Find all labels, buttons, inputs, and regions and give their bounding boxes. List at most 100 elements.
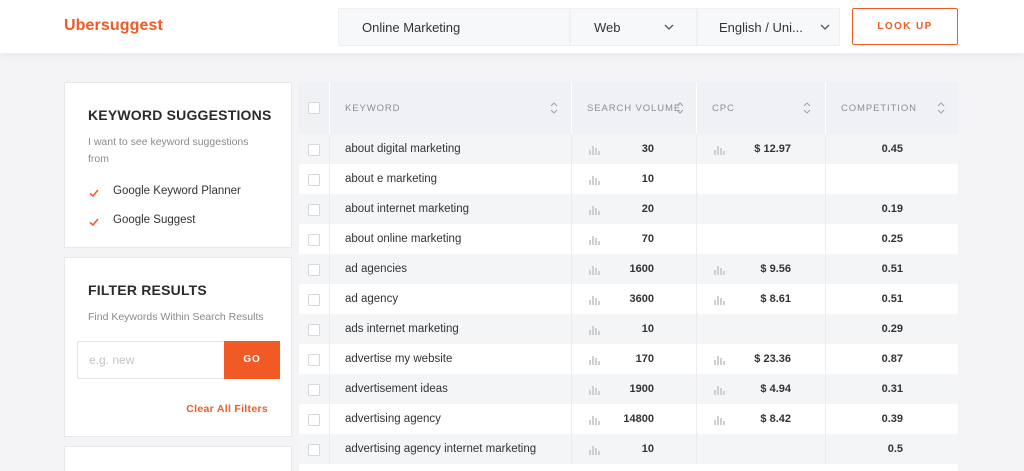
checkmark-icon[interactable] bbox=[88, 187, 100, 199]
sort-icon[interactable] bbox=[550, 101, 558, 115]
language-select[interactable]: English / Uni... bbox=[697, 8, 840, 46]
source-select-value: Web bbox=[594, 20, 621, 35]
competition-cell: 0.51 bbox=[881, 263, 903, 275]
table-row[interactable]: about internet marketing 20 0.19 bbox=[299, 194, 958, 224]
sort-icon[interactable] bbox=[803, 101, 811, 115]
cell-divider bbox=[697, 194, 826, 224]
keyword-cell[interactable]: about internet marketing bbox=[345, 203, 469, 215]
cell-divider bbox=[299, 434, 330, 464]
filter-results-title: FILTER RESULTS bbox=[88, 282, 207, 298]
table-row[interactable]: about online marketing 70 0.25 bbox=[299, 224, 958, 254]
search-volume-cell: 20 bbox=[641, 203, 654, 215]
column-search-volume[interactable]: SEARCH VOLUME bbox=[572, 82, 697, 134]
language-select-value: English / Uni... bbox=[719, 20, 803, 35]
table-row[interactable]: about e marketing 10 bbox=[299, 164, 958, 194]
search-volume-cell: 70 bbox=[641, 233, 654, 245]
checkmark-icon[interactable] bbox=[88, 216, 100, 228]
filter-input[interactable]: e.g. new bbox=[77, 341, 224, 379]
cell-divider bbox=[697, 164, 826, 194]
look-up-button[interactable]: LOOK UP bbox=[852, 8, 958, 45]
column-keyword[interactable]: KEYWORD bbox=[330, 82, 572, 134]
keyword-cell[interactable]: about digital marketing bbox=[345, 143, 461, 155]
cpc-cell: $ 9.56 bbox=[760, 263, 791, 275]
cpc-cell: $ 12.97 bbox=[754, 143, 791, 155]
competition-cell: 0.19 bbox=[881, 203, 903, 215]
keyword-suggestions-title: KEYWORD SUGGESTIONS bbox=[88, 107, 272, 123]
table-row[interactable]: advertise my website 170 $ 23.36 0.87 bbox=[299, 344, 958, 374]
search-volume-cell: 10 bbox=[641, 323, 654, 335]
table-row[interactable]: ad agencies 1600 $ 9.56 0.51 bbox=[299, 254, 958, 284]
select-all-checkbox[interactable] bbox=[308, 102, 320, 114]
keyword-cell[interactable]: about online marketing bbox=[345, 233, 461, 245]
keyword-cell[interactable]: ad agencies bbox=[345, 263, 407, 275]
competition-cell: 0.51 bbox=[881, 293, 903, 305]
table-row[interactable]: advertising agency internet marketing 10 0… bbox=[299, 434, 958, 464]
sort-icon[interactable] bbox=[937, 101, 945, 115]
search-volume-cell: 30 bbox=[641, 143, 654, 155]
keyword-cell[interactable]: about e marketing bbox=[345, 173, 437, 185]
table-row[interactable]: ads internet marketing 10 0.29 bbox=[299, 314, 958, 344]
table-row[interactable]: ad agency 3600 $ 8.61 0.51 bbox=[299, 284, 958, 314]
keyword-search-input[interactable]: Online Marketing bbox=[338, 8, 570, 46]
cell-divider bbox=[697, 224, 826, 254]
keyword-cell[interactable]: advertising agency internet marketing bbox=[345, 443, 536, 455]
chevron-down-icon bbox=[820, 24, 830, 30]
search-volume-cell: 1600 bbox=[629, 263, 654, 275]
table-row[interactable]: about digital marketing 30 $ 12.97 0.45 bbox=[299, 134, 958, 164]
go-button[interactable]: GO bbox=[224, 341, 280, 379]
bar-chart-icon[interactable] bbox=[714, 144, 725, 155]
keyword-cell[interactable]: advertise my website bbox=[345, 353, 452, 365]
cell-divider bbox=[299, 344, 330, 374]
table-row[interactable]: advertising agency 14800 $ 8.42 0.39 bbox=[299, 404, 958, 434]
cpc-cell: $ 8.61 bbox=[760, 293, 791, 305]
cell-divider bbox=[299, 134, 330, 164]
keyword-suggestions-card: KEYWORD SUGGESTIONS I want to see keywor… bbox=[64, 82, 292, 248]
search-volume-cell: 14800 bbox=[623, 413, 654, 425]
option-label: Google Suggest bbox=[113, 214, 196, 226]
bar-chart-icon[interactable] bbox=[714, 384, 725, 395]
keyword-cell[interactable]: advertising agency bbox=[345, 413, 441, 425]
bar-chart-icon[interactable] bbox=[714, 354, 725, 365]
table-row[interactable]: advertisement ideas 1900 $ 4.94 0.31 bbox=[299, 374, 958, 404]
cell-divider bbox=[299, 404, 330, 434]
logo[interactable]: Ubersuggest bbox=[64, 17, 163, 35]
keyword-suggestions-description: I want to see keyword suggestions from bbox=[88, 136, 249, 165]
cell-divider bbox=[299, 314, 330, 344]
column-cpc[interactable]: CPC bbox=[697, 82, 826, 134]
keyword-table: KEYWORD SEARCH VOLUME CPC COMPETITION ab… bbox=[299, 82, 958, 471]
cell-divider bbox=[697, 314, 826, 344]
source-select[interactable]: Web bbox=[570, 8, 697, 46]
cell-divider bbox=[299, 194, 330, 224]
clear-all-filters-link[interactable]: Clear All Filters bbox=[186, 403, 268, 415]
competition-cell: 0.31 bbox=[881, 383, 903, 395]
chevron-down-icon bbox=[664, 24, 674, 30]
search-volume-cell: 3600 bbox=[629, 293, 654, 305]
column-competition[interactable]: COMPETITION bbox=[826, 82, 958, 134]
search-volume-cell: 1900 bbox=[629, 383, 654, 395]
competition-cell: 0.29 bbox=[881, 323, 903, 335]
keyword-cell[interactable]: ads internet marketing bbox=[345, 323, 459, 335]
column-label: SEARCH VOLUME bbox=[587, 103, 682, 114]
bar-chart-icon[interactable] bbox=[714, 264, 725, 275]
competition-cell: 0.87 bbox=[881, 353, 903, 365]
cell-divider bbox=[299, 374, 330, 404]
cell-divider bbox=[299, 224, 330, 254]
cpc-cell: $ 23.36 bbox=[754, 353, 791, 365]
competition-cell: 0.5 bbox=[887, 443, 903, 455]
keyword-cell[interactable]: advertisement ideas bbox=[345, 383, 448, 395]
search-volume-cell: 10 bbox=[641, 173, 654, 185]
bar-chart-icon[interactable] bbox=[714, 294, 725, 305]
competition-cell: 0.25 bbox=[881, 233, 903, 245]
filter-results-description: Find Keywords Within Search Results bbox=[88, 311, 264, 323]
cell-divider bbox=[299, 254, 330, 284]
sort-icon[interactable] bbox=[676, 101, 684, 115]
bar-chart-icon[interactable] bbox=[714, 414, 725, 425]
cpc-cell: $ 8.42 bbox=[760, 413, 791, 425]
filter-results-card: FILTER RESULTS Find Keywords Within Sear… bbox=[64, 257, 292, 437]
keyword-cell[interactable]: ad agency bbox=[345, 293, 398, 305]
cpc-cell: $ 4.94 bbox=[760, 383, 791, 395]
top-header: Ubersuggest Online Marketing Web English… bbox=[0, 0, 1024, 53]
search-volume-cell: 170 bbox=[635, 353, 654, 365]
cell-divider bbox=[299, 164, 330, 194]
column-label: CPC bbox=[712, 103, 735, 114]
